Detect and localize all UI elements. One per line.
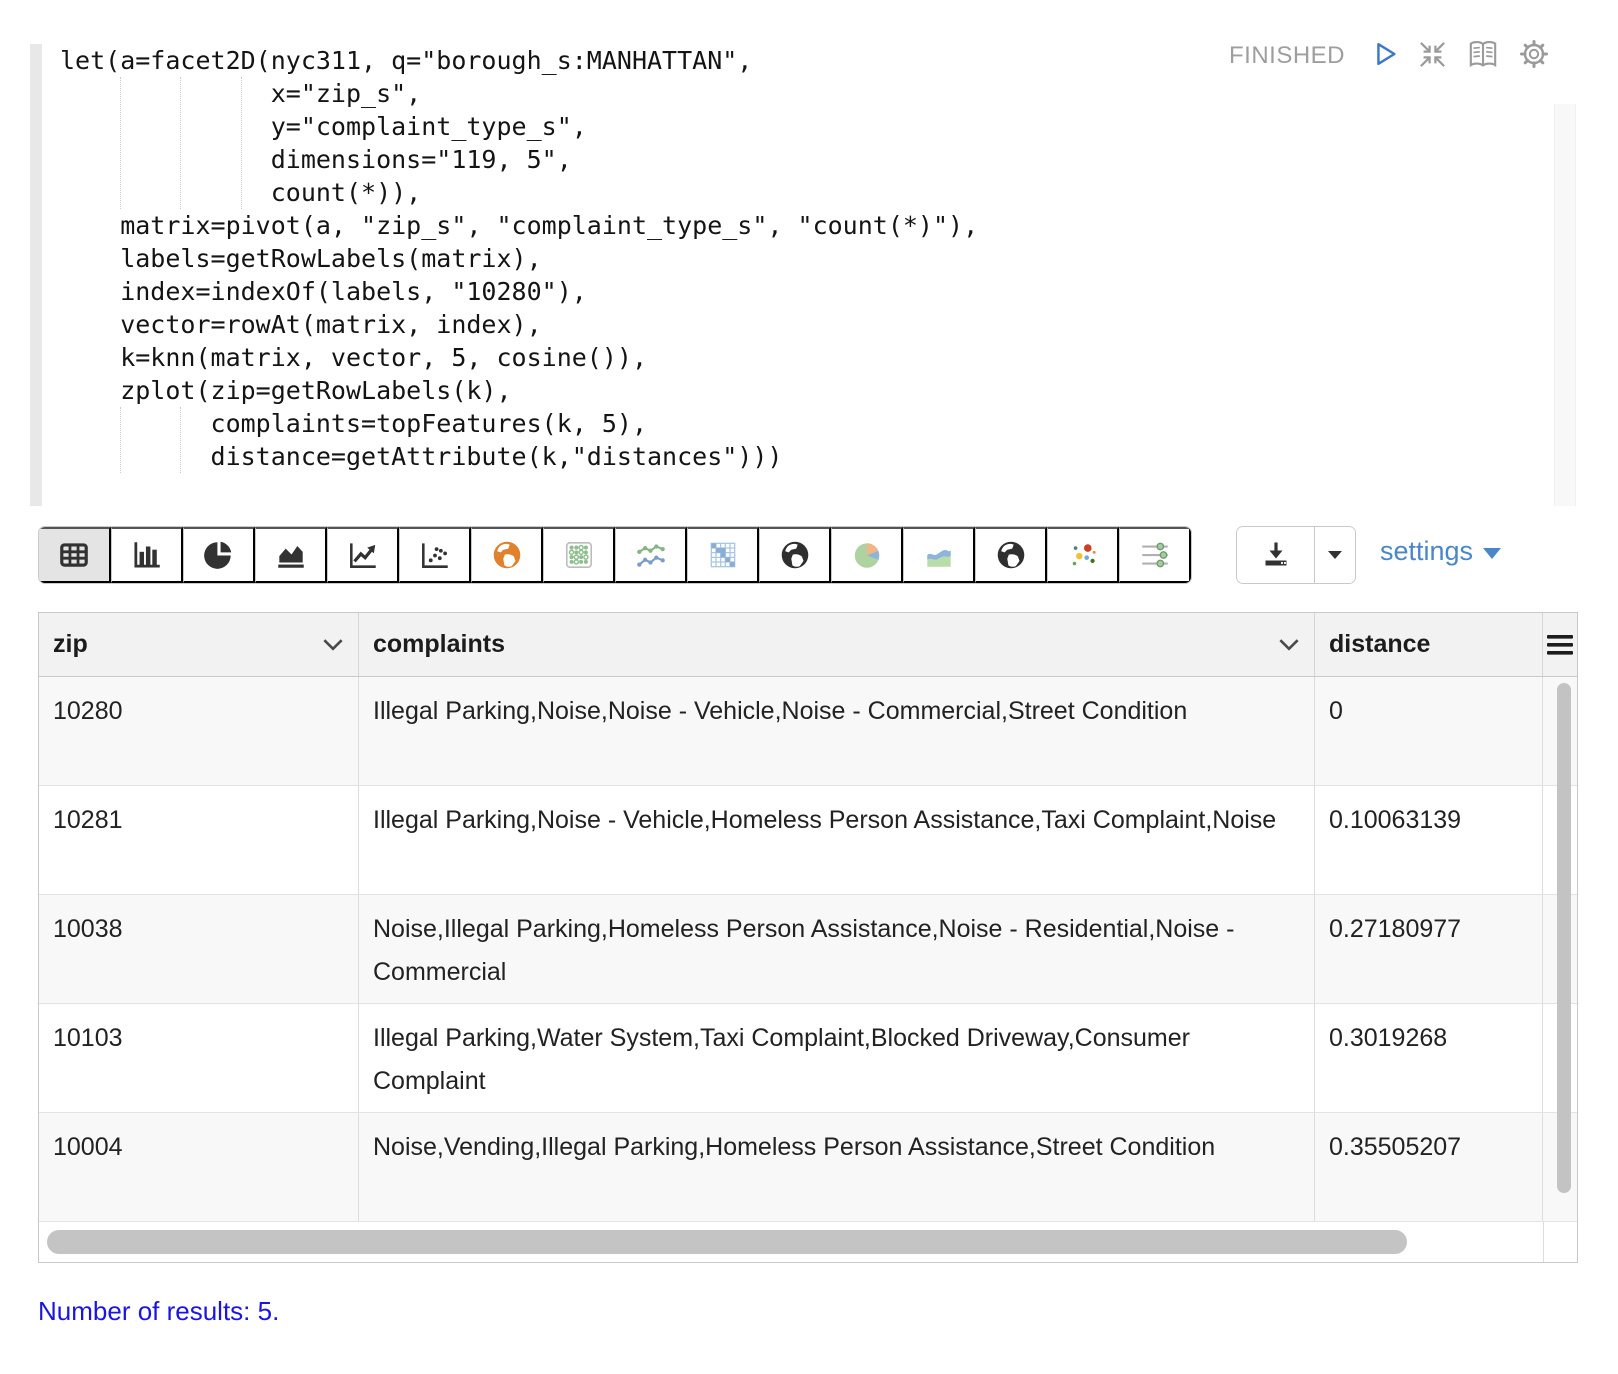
table-menu-button[interactable] — [1543, 613, 1577, 676]
pie-chart-icon — [202, 538, 236, 572]
globe-dark-icon — [994, 538, 1028, 572]
status-badge: FINISHED — [1229, 42, 1345, 70]
chart-type-button-group — [38, 526, 1192, 584]
results-count-text: Number of results: 5. — [38, 1296, 279, 1327]
indent-guide — [180, 407, 181, 473]
color-area-view-button[interactable] — [903, 527, 975, 583]
chevron-down-icon[interactable] — [322, 638, 344, 651]
bubble-scatter-icon — [1066, 538, 1100, 572]
editor-gutter — [30, 44, 42, 506]
chevron-down-icon[interactable] — [1278, 638, 1300, 651]
dot-grid-view-button[interactable] — [543, 527, 615, 583]
scrollbar-corner — [1543, 1222, 1577, 1262]
bar-chart-view-button[interactable] — [111, 527, 183, 583]
dot-grid-icon — [562, 538, 596, 572]
sliders-icon — [1138, 538, 1172, 572]
cell-complaints: Noise,Illegal Parking,Homeless Person As… — [359, 895, 1315, 1003]
area-color-icon — [922, 538, 956, 572]
column-label: zip — [53, 630, 88, 659]
play-icon — [1370, 39, 1400, 72]
vertical-scrollbar-thumb[interactable] — [1557, 683, 1571, 1193]
visualization-toolbar: settings — [38, 526, 1580, 584]
table-icon — [57, 538, 91, 572]
cell-distance: 0.3019268 — [1315, 1004, 1543, 1112]
bar-chart-icon — [130, 538, 164, 572]
paragraph-settings-button[interactable] — [1518, 38, 1550, 73]
multi-line-view-button[interactable] — [615, 527, 687, 583]
gear-icon — [1518, 38, 1550, 73]
cell-zip: 10280 — [39, 677, 359, 785]
download-icon — [1260, 538, 1292, 573]
horizontal-scrollbar-track[interactable] — [39, 1222, 1577, 1262]
table-body: 10280 Illegal Parking,Noise,Noise - Vehi… — [39, 677, 1577, 1222]
globe-view-button[interactable] — [759, 527, 831, 583]
cell-complaints: Illegal Parking,Water System,Taxi Compla… — [359, 1004, 1315, 1112]
paragraph-controls: FINISHED — [1229, 38, 1550, 73]
scatter-plot-icon — [418, 538, 452, 572]
cell-complaints: Noise,Vending,Illegal Parking,Homeless P… — [359, 1113, 1315, 1221]
cell-zip: 10103 — [39, 1004, 359, 1112]
horizontal-scrollbar-thumb[interactable] — [47, 1230, 1407, 1254]
book-icon — [1465, 38, 1501, 73]
scatter-view-button[interactable] — [399, 527, 471, 583]
cell-complaints: Illegal Parking,Noise - Vehicle,Homeless… — [359, 786, 1315, 894]
color-pie-view-button[interactable] — [831, 527, 903, 583]
column-header-zip[interactable]: zip — [39, 613, 359, 676]
collapse-button[interactable] — [1417, 39, 1448, 73]
code-text[interactable]: let(a=facet2D(nyc311, q="borough_s:MANHA… — [60, 44, 978, 473]
pie-chart-view-button[interactable] — [183, 527, 255, 583]
indent-guide — [241, 77, 242, 209]
hamburger-icon — [1547, 635, 1573, 655]
cell-distance: 0 — [1315, 677, 1543, 785]
column-header-distance[interactable]: distance — [1315, 613, 1543, 676]
download-button-group — [1236, 526, 1356, 584]
table-row[interactable]: 10004 Noise,Vending,Illegal Parking,Home… — [39, 1113, 1577, 1222]
heatmap-icon — [706, 538, 740, 572]
cell-distance: 0.10063139 — [1315, 786, 1543, 894]
bubble-scatter-view-button[interactable] — [1047, 527, 1119, 583]
editor-scrollbar-track[interactable] — [1554, 104, 1576, 506]
parallel-sliders-view-button[interactable] — [1119, 527, 1191, 583]
caret-down-icon — [1483, 548, 1501, 559]
cell-zip: 10038 — [39, 895, 359, 1003]
results-table: zip complaints distance 10280 Illegal Pa… — [38, 612, 1578, 1263]
table-row[interactable]: 10103 Illegal Parking,Water System,Taxi … — [39, 1004, 1577, 1113]
cell-zip: 10281 — [39, 786, 359, 894]
globe-dark-icon — [778, 538, 812, 572]
pie-color-icon — [850, 538, 884, 572]
area-chart-icon — [274, 538, 308, 572]
cell-distance: 0.27180977 — [1315, 895, 1543, 1003]
table-row[interactable]: 10280 Illegal Parking,Noise,Noise - Vehi… — [39, 677, 1577, 786]
indent-guide — [120, 77, 121, 209]
download-button[interactable] — [1237, 527, 1314, 583]
caret-down-icon — [1319, 538, 1351, 573]
cell-zip: 10004 — [39, 1113, 359, 1221]
table-row[interactable]: 10038 Noise,Illegal Parking,Homeless Per… — [39, 895, 1577, 1004]
table-header: zip complaints distance — [39, 613, 1577, 677]
column-header-complaints[interactable]: complaints — [359, 613, 1315, 676]
globe-2-view-button[interactable] — [975, 527, 1047, 583]
cell-distance: 0.35505207 — [1315, 1113, 1543, 1221]
indent-guide — [120, 407, 121, 473]
table-view-button[interactable] — [39, 527, 111, 583]
multi-line-icon — [634, 538, 668, 572]
area-chart-view-button[interactable] — [255, 527, 327, 583]
cell-complaints: Illegal Parking,Noise,Noise - Vehicle,No… — [359, 677, 1315, 785]
indent-guide — [180, 77, 181, 209]
line-chart-icon — [346, 538, 380, 572]
run-button[interactable] — [1370, 39, 1400, 72]
table-row[interactable]: 10281 Illegal Parking,Noise - Vehicle,Ho… — [39, 786, 1577, 895]
show-editor-button[interactable] — [1465, 38, 1501, 73]
settings-label: settings — [1380, 536, 1473, 567]
settings-link[interactable]: settings — [1380, 536, 1501, 567]
heatmap-view-button[interactable] — [687, 527, 759, 583]
compress-icon — [1417, 39, 1448, 73]
column-label: complaints — [373, 630, 505, 659]
column-label: distance — [1329, 630, 1430, 659]
map-view-button[interactable] — [471, 527, 543, 583]
download-options-button[interactable] — [1314, 527, 1355, 583]
line-chart-view-button[interactable] — [327, 527, 399, 583]
globe-orange-icon — [490, 538, 524, 572]
code-editor: let(a=facet2D(nyc311, q="borough_s:MANHA… — [30, 8, 1578, 512]
